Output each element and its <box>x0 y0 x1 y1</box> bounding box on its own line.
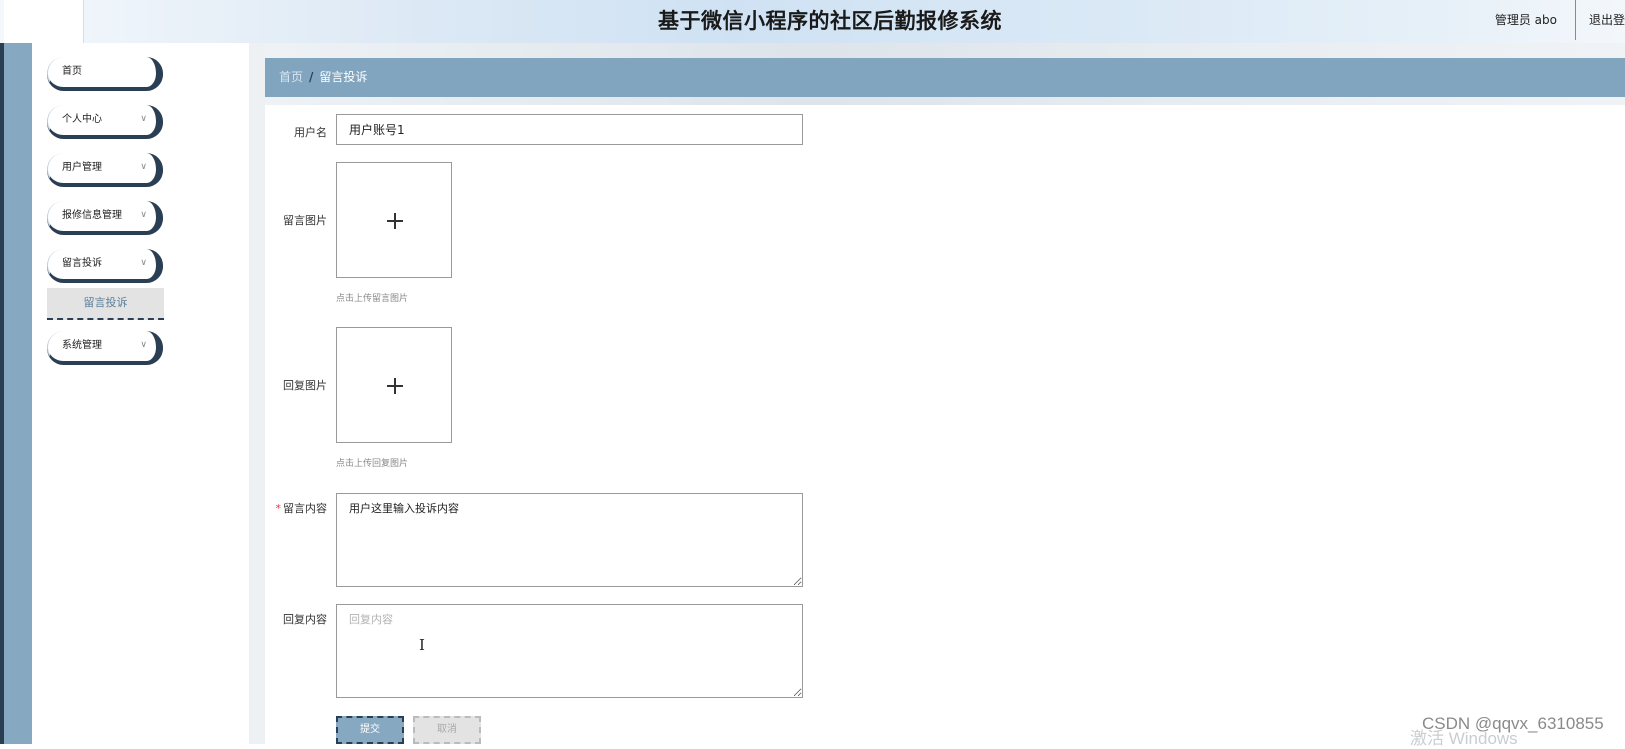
message-content-textarea[interactable]: 用户这里输入投诉内容 <box>336 493 803 587</box>
sidebar-item-label: 留言投诉 <box>62 258 102 269</box>
chevron-down-icon: ∨ <box>140 258 147 268</box>
sidebar-item-home[interactable]: 首页 <box>47 57 163 90</box>
chevron-down-icon: ∨ <box>140 114 147 124</box>
sidebar-item-label: 系统管理 <box>62 340 102 351</box>
sidebar-item-label: 首页 <box>62 66 82 77</box>
message-image-hint: 点击上传留言图片 <box>336 294 409 304</box>
chevron-down-icon: ∨ <box>140 162 147 172</box>
sidebar-item-repair-management[interactable]: 报修信息管理 ∨ <box>47 201 163 234</box>
message-content-label: * 留言内容 <box>275 502 328 515</box>
text-cursor-icon: I <box>419 636 425 654</box>
reply-content-label: 回复内容 <box>283 613 327 626</box>
reply-image-hint: 点击上传回复图片 <box>336 459 409 469</box>
sidebar-item-complaints[interactable]: 留言投诉 ∨ <box>47 249 163 282</box>
sidebar-subitem-complaints[interactable]: 留言投诉 <box>47 288 164 320</box>
breadcrumb-current: 留言投诉 <box>319 70 368 84</box>
current-user: 管理员 abo <box>1494 13 1557 27</box>
message-image-label: 留言图片 <box>283 214 327 227</box>
sidebar-item-system-management[interactable]: 系统管理 ∨ <box>47 331 163 364</box>
chevron-down-icon: ∨ <box>140 340 147 350</box>
sidebar-item-label: 报修信息管理 <box>62 210 122 221</box>
sidebar-menu: 首页 个人中心 ∨ 用户管理 ∨ 报修信息管理 ∨ 留言投诉 ∨ 留言投诉 系统… <box>32 43 249 744</box>
reply-content-textarea[interactable] <box>336 604 803 698</box>
app-title: 基于微信小程序的社区后勤报修系统 <box>658 9 1002 33</box>
csdn-watermark: CSDN @qqvx_6310855 <box>1422 714 1604 733</box>
message-image-uploader[interactable] <box>336 162 452 278</box>
username-label: 用户名 <box>294 126 327 139</box>
username-field[interactable] <box>336 114 803 145</box>
sidebar-strip <box>0 43 32 744</box>
reply-image-label: 回复图片 <box>283 379 327 392</box>
breadcrumb-home[interactable]: 首页 <box>279 70 303 84</box>
breadcrumb-separator: / <box>309 70 314 84</box>
submit-button[interactable]: 提交 <box>336 716 404 744</box>
app-header: 基于微信小程序的社区后勤报修系统 管理员 abo 退出登录 <box>0 0 1625 43</box>
chevron-down-icon: ∨ <box>140 210 147 220</box>
required-mark: * <box>275 502 282 515</box>
content-gutter <box>249 43 265 744</box>
sidebar-item-label: 用户管理 <box>62 162 102 173</box>
sidebar-item-personal-center[interactable]: 个人中心 ∨ <box>47 105 163 138</box>
breadcrumb: 首页 / 留言投诉 <box>265 58 1625 97</box>
logout-button[interactable]: 退出登录 <box>1575 0 1625 40</box>
reply-image-uploader[interactable] <box>336 327 452 443</box>
cancel-button[interactable]: 取消 <box>413 716 481 744</box>
sidebar-item-user-management[interactable]: 用户管理 ∨ <box>47 153 163 186</box>
sidebar-item-label: 个人中心 <box>62 114 102 125</box>
